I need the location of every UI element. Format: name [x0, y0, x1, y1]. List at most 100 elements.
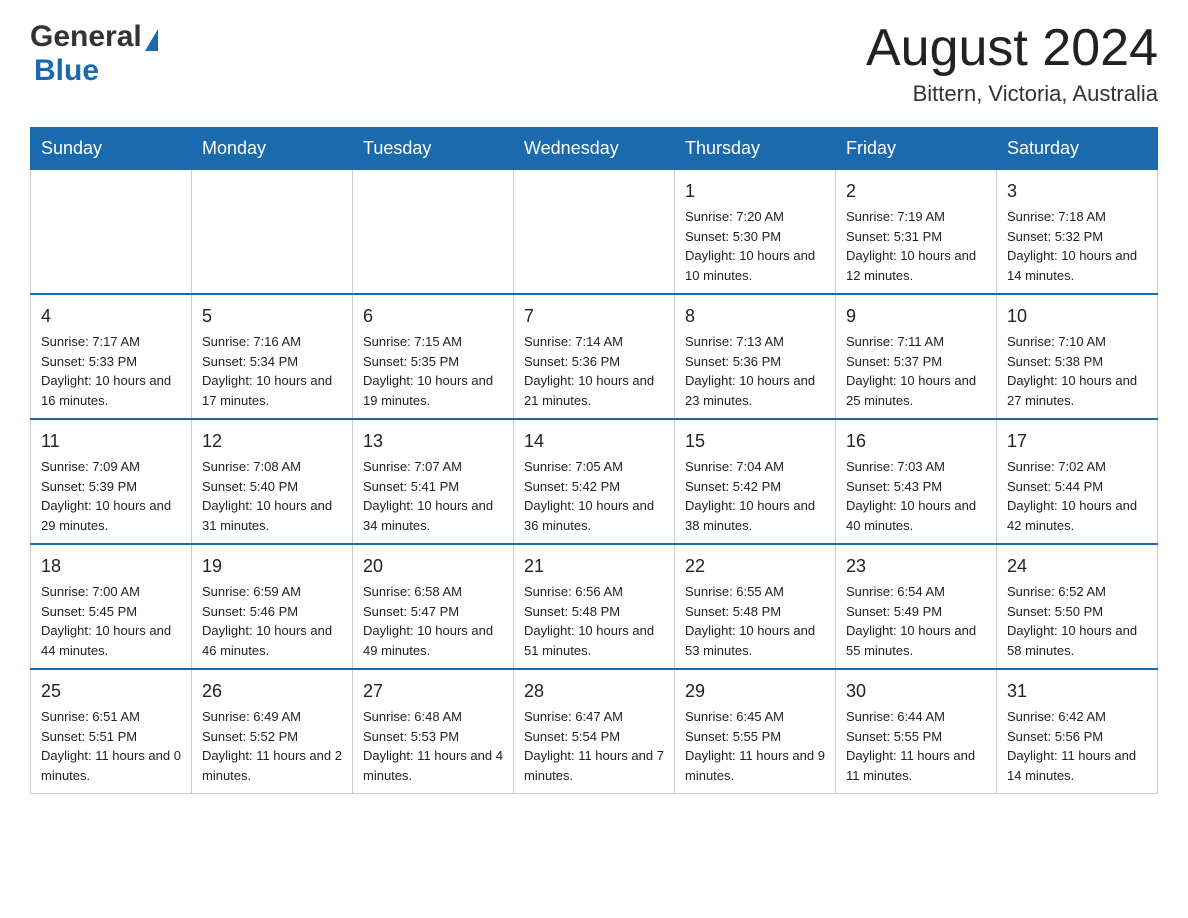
calendar-cell: 2Sunrise: 7:19 AMSunset: 5:31 PMDaylight…: [836, 170, 997, 295]
day-number: 1: [685, 178, 825, 205]
day-number: 29: [685, 678, 825, 705]
day-info: Sunset: 5:34 PM: [202, 352, 342, 372]
day-number: 15: [685, 428, 825, 455]
logo: General Blue: [30, 20, 158, 88]
day-info: Daylight: 11 hours and 9 minutes.: [685, 746, 825, 785]
day-number: 13: [363, 428, 503, 455]
day-number: 31: [1007, 678, 1147, 705]
day-number: 28: [524, 678, 664, 705]
calendar-cell: 1Sunrise: 7:20 AMSunset: 5:30 PMDaylight…: [675, 170, 836, 295]
calendar-cell: 7Sunrise: 7:14 AMSunset: 5:36 PMDaylight…: [514, 294, 675, 419]
day-number: 26: [202, 678, 342, 705]
day-info: Sunrise: 7:17 AM: [41, 332, 181, 352]
day-info: Daylight: 10 hours and 21 minutes.: [524, 371, 664, 410]
day-info: Sunset: 5:41 PM: [363, 477, 503, 497]
day-info: Sunset: 5:46 PM: [202, 602, 342, 622]
day-info: Daylight: 10 hours and 42 minutes.: [1007, 496, 1147, 535]
day-info: Daylight: 11 hours and 0 minutes.: [41, 746, 181, 785]
day-info: Daylight: 10 hours and 17 minutes.: [202, 371, 342, 410]
calendar-day-header: Tuesday: [353, 128, 514, 170]
day-info: Sunrise: 6:56 AM: [524, 582, 664, 602]
calendar-cell: 8Sunrise: 7:13 AMSunset: 5:36 PMDaylight…: [675, 294, 836, 419]
day-info: Daylight: 10 hours and 10 minutes.: [685, 246, 825, 285]
day-info: Sunset: 5:55 PM: [685, 727, 825, 747]
day-info: Sunset: 5:36 PM: [685, 352, 825, 372]
title-section: August 2024 Bittern, Victoria, Australia: [866, 20, 1158, 107]
day-info: Sunset: 5:38 PM: [1007, 352, 1147, 372]
day-number: 17: [1007, 428, 1147, 455]
day-info: Daylight: 10 hours and 38 minutes.: [685, 496, 825, 535]
day-info: Daylight: 11 hours and 14 minutes.: [1007, 746, 1147, 785]
day-number: 12: [202, 428, 342, 455]
day-info: Daylight: 10 hours and 25 minutes.: [846, 371, 986, 410]
calendar-cell: 25Sunrise: 6:51 AMSunset: 5:51 PMDayligh…: [31, 669, 192, 794]
day-info: Sunset: 5:55 PM: [846, 727, 986, 747]
day-info: Sunrise: 6:58 AM: [363, 582, 503, 602]
day-number: 20: [363, 553, 503, 580]
day-info: Sunset: 5:36 PM: [524, 352, 664, 372]
calendar-cell: 23Sunrise: 6:54 AMSunset: 5:49 PMDayligh…: [836, 544, 997, 669]
day-info: Sunset: 5:50 PM: [1007, 602, 1147, 622]
month-title: August 2024: [866, 20, 1158, 77]
day-info: Daylight: 10 hours and 40 minutes.: [846, 496, 986, 535]
calendar-day-header: Sunday: [31, 128, 192, 170]
day-info: Sunrise: 6:42 AM: [1007, 707, 1147, 727]
calendar-cell: 31Sunrise: 6:42 AMSunset: 5:56 PMDayligh…: [997, 669, 1158, 794]
calendar-cell: 4Sunrise: 7:17 AMSunset: 5:33 PMDaylight…: [31, 294, 192, 419]
day-info: Daylight: 10 hours and 55 minutes.: [846, 621, 986, 660]
day-number: 7: [524, 303, 664, 330]
day-info: Sunset: 5:39 PM: [41, 477, 181, 497]
day-info: Sunrise: 6:44 AM: [846, 707, 986, 727]
day-info: Daylight: 10 hours and 44 minutes.: [41, 621, 181, 660]
calendar-cell: 12Sunrise: 7:08 AMSunset: 5:40 PMDayligh…: [192, 419, 353, 544]
day-info: Sunrise: 7:09 AM: [41, 457, 181, 477]
day-info: Sunset: 5:42 PM: [524, 477, 664, 497]
logo-triangle-icon: [145, 29, 158, 51]
calendar-cell: 20Sunrise: 6:58 AMSunset: 5:47 PMDayligh…: [353, 544, 514, 669]
day-info: Sunrise: 7:04 AM: [685, 457, 825, 477]
calendar-day-header: Thursday: [675, 128, 836, 170]
day-info: Sunset: 5:54 PM: [524, 727, 664, 747]
day-info: Sunrise: 6:49 AM: [202, 707, 342, 727]
day-info: Sunset: 5:33 PM: [41, 352, 181, 372]
calendar-cell: 14Sunrise: 7:05 AMSunset: 5:42 PMDayligh…: [514, 419, 675, 544]
day-info: Sunrise: 6:54 AM: [846, 582, 986, 602]
day-info: Sunset: 5:48 PM: [685, 602, 825, 622]
day-info: Daylight: 10 hours and 12 minutes.: [846, 246, 986, 285]
day-info: Daylight: 10 hours and 49 minutes.: [363, 621, 503, 660]
day-info: Sunset: 5:37 PM: [846, 352, 986, 372]
day-info: Sunrise: 7:16 AM: [202, 332, 342, 352]
day-info: Sunset: 5:49 PM: [846, 602, 986, 622]
calendar-week-row: 1Sunrise: 7:20 AMSunset: 5:30 PMDaylight…: [31, 170, 1158, 295]
day-number: 30: [846, 678, 986, 705]
day-info: Sunset: 5:43 PM: [846, 477, 986, 497]
calendar-cell: 22Sunrise: 6:55 AMSunset: 5:48 PMDayligh…: [675, 544, 836, 669]
calendar-cell: 9Sunrise: 7:11 AMSunset: 5:37 PMDaylight…: [836, 294, 997, 419]
day-info: Daylight: 10 hours and 36 minutes.: [524, 496, 664, 535]
day-number: 5: [202, 303, 342, 330]
location-subtitle: Bittern, Victoria, Australia: [866, 81, 1158, 107]
calendar-cell: 10Sunrise: 7:10 AMSunset: 5:38 PMDayligh…: [997, 294, 1158, 419]
day-info: Daylight: 11 hours and 7 minutes.: [524, 746, 664, 785]
calendar-cell: 28Sunrise: 6:47 AMSunset: 5:54 PMDayligh…: [514, 669, 675, 794]
day-number: 4: [41, 303, 181, 330]
calendar-cell: [353, 170, 514, 295]
day-info: Sunrise: 7:19 AM: [846, 207, 986, 227]
day-info: Sunrise: 7:20 AM: [685, 207, 825, 227]
day-number: 16: [846, 428, 986, 455]
logo-general-text: General: [30, 20, 142, 54]
day-info: Daylight: 10 hours and 31 minutes.: [202, 496, 342, 535]
day-info: Sunset: 5:45 PM: [41, 602, 181, 622]
day-number: 19: [202, 553, 342, 580]
day-info: Daylight: 10 hours and 51 minutes.: [524, 621, 664, 660]
day-number: 10: [1007, 303, 1147, 330]
day-info: Sunrise: 7:03 AM: [846, 457, 986, 477]
day-number: 27: [363, 678, 503, 705]
day-info: Sunrise: 7:00 AM: [41, 582, 181, 602]
day-number: 23: [846, 553, 986, 580]
calendar-cell: 27Sunrise: 6:48 AMSunset: 5:53 PMDayligh…: [353, 669, 514, 794]
day-number: 6: [363, 303, 503, 330]
day-info: Sunrise: 7:07 AM: [363, 457, 503, 477]
day-info: Daylight: 10 hours and 27 minutes.: [1007, 371, 1147, 410]
day-info: Sunset: 5:47 PM: [363, 602, 503, 622]
